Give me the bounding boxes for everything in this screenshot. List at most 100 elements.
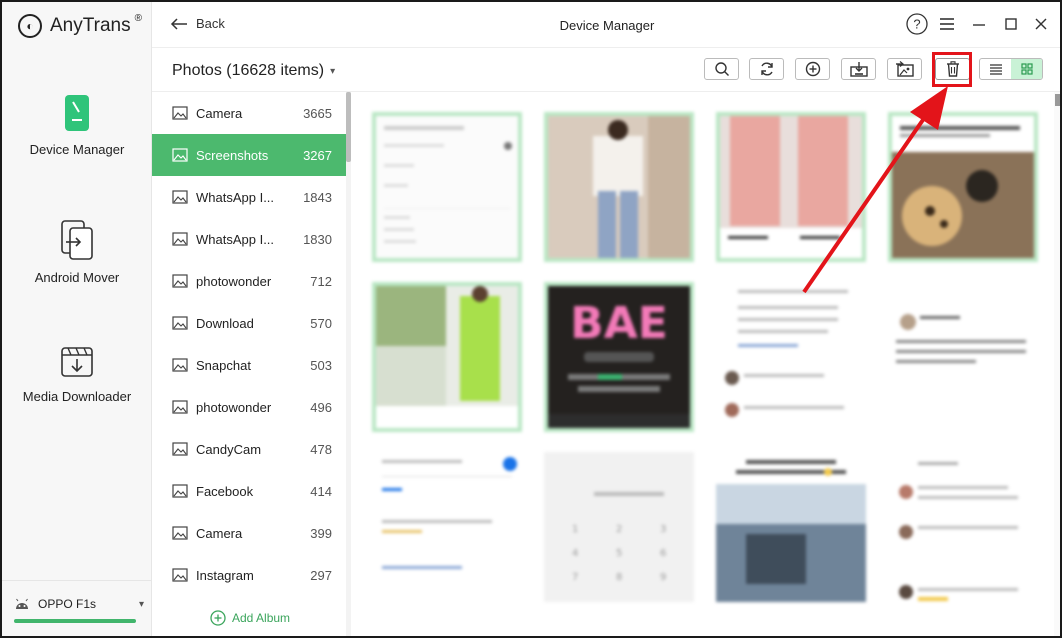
device-row: OPPO F1s	[14, 597, 144, 611]
back-button[interactable]: Back	[170, 16, 225, 31]
refresh-button[interactable]	[749, 58, 784, 80]
svg-text:?: ?	[913, 17, 920, 32]
close-button[interactable]	[1029, 12, 1053, 36]
svg-text:9: 9	[660, 572, 666, 583]
album-name: Instagram	[196, 567, 254, 583]
svg-text:7: 7	[572, 572, 578, 583]
grid-view-icon	[1020, 63, 1033, 75]
maximize-button[interactable]	[999, 12, 1023, 36]
album-title-dropdown[interactable]: Photos (16628 items) ▾	[172, 62, 335, 80]
album-item[interactable]: Camera 3665	[152, 92, 346, 134]
phone-icon	[65, 95, 89, 131]
android-icon	[16, 598, 28, 609]
album-item[interactable]: WhatsApp I... 1830	[152, 218, 346, 260]
add-album-button[interactable]: Add Album	[210, 610, 290, 626]
photo-thumbnail[interactable]	[716, 112, 866, 262]
image-icon	[172, 274, 188, 288]
close-icon	[1035, 18, 1047, 30]
storage-bar	[14, 619, 136, 623]
import-icon	[895, 61, 914, 77]
image-icon	[172, 232, 188, 246]
album-item[interactable]: Snapchat 503	[152, 344, 346, 386]
nav-android-mover[interactable]: Android Mover	[2, 220, 152, 285]
photo-thumbnail[interactable]: 1 2 3 4 5 6 7 8 9	[544, 452, 694, 602]
image-icon	[172, 148, 188, 162]
album-item[interactable]: WhatsApp I... 1843	[152, 176, 346, 218]
photo-grid-scrollbar[interactable]	[1054, 92, 1060, 636]
album-scroll-track[interactable]	[346, 92, 351, 636]
device-selector[interactable]: OPPO F1s ▾	[2, 580, 152, 636]
album-name: WhatsApp I...	[196, 231, 275, 247]
photo-thumbnail[interactable]: BAE	[544, 282, 694, 432]
photo-thumbnail[interactable]	[888, 452, 1038, 602]
album-count: 1843	[303, 189, 332, 205]
chevron-down-icon[interactable]: ▾	[139, 599, 144, 610]
photo-thumbnail[interactable]	[716, 452, 866, 602]
plus-circle-icon	[210, 610, 226, 626]
title-bar: Back Device Manager ?	[152, 2, 1060, 48]
image-icon	[172, 526, 188, 540]
album-count: 570	[310, 315, 332, 331]
photo-thumbnail[interactable]	[544, 112, 694, 262]
svg-text:1: 1	[572, 524, 578, 535]
view-toggle	[979, 58, 1043, 80]
image-icon	[172, 316, 188, 330]
delete-highlight-box	[932, 52, 972, 87]
image-icon	[172, 106, 188, 120]
album-item[interactable]: Instagram 297	[152, 554, 346, 596]
album-item[interactable]: Facebook 414	[152, 470, 346, 512]
image-icon	[172, 358, 188, 372]
import-button[interactable]	[887, 58, 922, 80]
search-button[interactable]	[704, 58, 739, 80]
album-name: CandyCam	[196, 441, 262, 457]
export-to-computer-button[interactable]	[841, 58, 876, 80]
svg-text:3: 3	[660, 524, 666, 535]
photo-thumbnail[interactable]	[716, 282, 866, 432]
minimize-button[interactable]	[967, 12, 991, 36]
album-scrollbar[interactable]	[346, 92, 351, 162]
grid-view-button[interactable]	[1011, 59, 1042, 79]
album-item[interactable]: photowonder 712	[152, 260, 346, 302]
image-icon	[172, 400, 188, 414]
album-count: 414	[310, 483, 332, 499]
help-button[interactable]: ?	[905, 12, 929, 36]
album-item[interactable]: Download 570	[152, 302, 346, 344]
svg-text:5: 5	[616, 548, 622, 559]
photo-thumbnail[interactable]	[372, 282, 522, 432]
anytrans-logo: ◐	[18, 14, 42, 38]
registered-mark: ®	[134, 12, 142, 24]
toolbar: Photos (16628 items) ▾	[152, 48, 1060, 92]
image-icon	[172, 568, 188, 582]
add-button[interactable]	[795, 58, 830, 80]
photo-thumbnail[interactable]	[888, 112, 1038, 262]
app-window: ◐ AnyTrans ® Device Manager Android Move…	[0, 0, 1062, 638]
album-name: Camera	[196, 105, 243, 121]
svg-text:4: 4	[572, 548, 578, 559]
album-name: Facebook	[196, 483, 254, 499]
nav-device-manager-label: Device Manager	[29, 142, 125, 157]
nav-media-downloader[interactable]: Media Downloader	[2, 345, 152, 404]
album-item[interactable]: photowonder 496	[152, 386, 346, 428]
brand: ◐ AnyTrans ®	[18, 12, 146, 38]
nav-device-manager[interactable]: Device Manager	[2, 94, 152, 157]
photo-thumbnail[interactable]	[372, 452, 522, 602]
album-count: 3267	[303, 147, 332, 163]
image-icon	[172, 190, 188, 204]
album-item[interactable]: CandyCam 478	[152, 428, 346, 470]
list-view-button[interactable]	[980, 59, 1011, 79]
menu-button[interactable]	[935, 12, 959, 36]
album-list: Camera 3665 Screenshots 3267 WhatsApp I... 18…	[152, 92, 351, 636]
nav-android-mover-label: Android Mover	[34, 270, 120, 285]
export-to-computer-icon	[849, 62, 868, 77]
add-album-label: Add Album	[232, 611, 291, 625]
photo-thumbnail[interactable]	[372, 112, 522, 262]
photo-thumbnail[interactable]	[888, 282, 1038, 432]
photo-grid-scroll-thumb[interactable]	[1055, 94, 1060, 106]
album-item[interactable]: Screenshots 3267	[152, 134, 346, 176]
search-icon	[714, 62, 729, 76]
svg-text:BAE: BAE	[570, 298, 668, 349]
album-name: WhatsApp I...	[196, 189, 275, 205]
album-name: photowonder	[196, 399, 272, 415]
album-count: 399	[310, 525, 332, 541]
album-item[interactable]: Camera 399	[152, 512, 346, 554]
